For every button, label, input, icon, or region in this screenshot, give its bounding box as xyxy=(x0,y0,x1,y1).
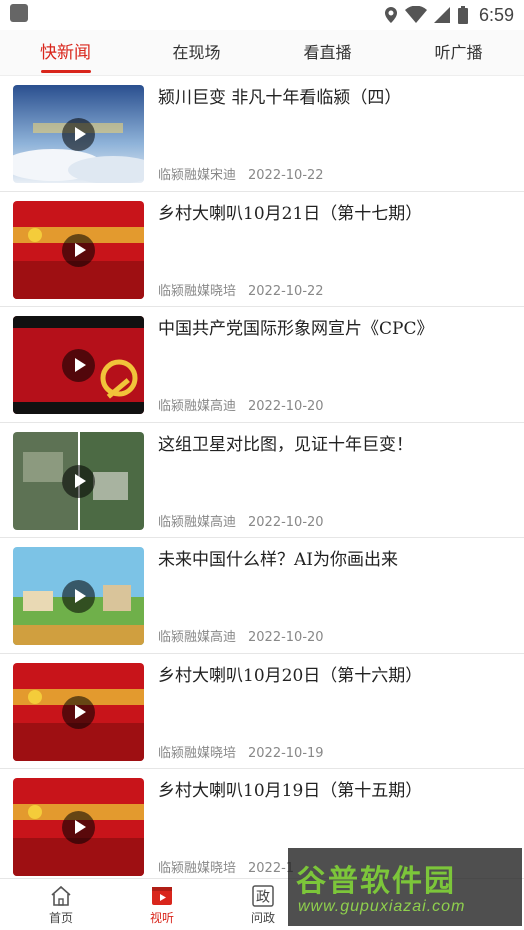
signal-icon xyxy=(433,7,450,23)
news-meta: 临颍融媒高迪 2022-10-20 xyxy=(158,511,324,530)
news-meta: 临颍融媒高迪 2022-10-20 xyxy=(158,626,324,645)
status-icons: 6:59 xyxy=(383,3,514,27)
svg-text:政: 政 xyxy=(256,890,270,906)
status-time: 6:59 xyxy=(478,4,514,25)
news-meta: 临颍融媒晓培 2022-1 xyxy=(158,857,294,876)
video-thumbnail[interactable] xyxy=(13,778,144,876)
zheng-icon: 政 xyxy=(252,885,274,907)
status-bar: 6:59 xyxy=(0,0,524,30)
video-thumbnail[interactable] xyxy=(13,662,144,761)
news-source: 临颍融媒高迪 xyxy=(158,630,237,645)
play-button[interactable] xyxy=(62,695,95,729)
news-item[interactable]: 颍川巨变 非凡十年看临颍（四） 临颍融媒宋迪 2022-10-22 xyxy=(0,76,524,192)
nav-wenzheng[interactable]: 政 问政 xyxy=(233,879,293,930)
news-source: 临颍融媒高迪 xyxy=(158,514,237,530)
news-source: 临颍融媒晓培 xyxy=(158,861,237,876)
battery-icon xyxy=(457,6,468,24)
news-source: 临颍融媒晓培 xyxy=(158,745,237,761)
tab-label: 看直播 xyxy=(303,43,352,62)
play-button[interactable] xyxy=(62,580,95,613)
news-date: 2022-10-22 xyxy=(248,168,324,183)
news-item[interactable]: 中国共产党国际形象网宣片《CPC》 临颍融媒高迪 2022-10-20 xyxy=(0,307,524,423)
news-source: 临颍融媒宋迪 xyxy=(158,168,237,183)
news-item[interactable]: 乡村大喇叭10月21日（第十七期） 临颍融媒晓培 2022-10-22 xyxy=(0,192,524,307)
news-date: 2022-10-19 xyxy=(248,745,324,761)
news-list[interactable]: 颍川巨变 非凡十年看临颍（四） 临颍融媒宋迪 2022-10-22 乡村大喇叭10… xyxy=(0,76,524,878)
nav-label: 问政 xyxy=(250,911,275,925)
news-date: 2022-10-22 xyxy=(248,283,324,299)
video-icon xyxy=(152,887,172,905)
news-item[interactable]: 未来中国什么样？AI为你画出来 临颍融媒高迪 2022-10-20 xyxy=(0,538,524,654)
news-item[interactable]: 乡村大喇叭10月20日（第十六期） 临颍融媒晓培 2022-10-19 xyxy=(0,654,524,769)
news-meta: 临颍融媒高迪 2022-10-20 xyxy=(158,395,324,414)
play-button[interactable] xyxy=(62,464,95,498)
video-thumbnail[interactable] xyxy=(13,85,144,183)
tab-label: 快新闻 xyxy=(40,43,91,63)
watermark-logo: 谷普软件园 xyxy=(296,864,456,899)
video-thumbnail[interactable] xyxy=(13,200,144,299)
tab-kan-zhibo[interactable]: 看直播 xyxy=(262,30,393,75)
nav-video[interactable]: 视听 xyxy=(132,879,192,930)
video-thumbnail[interactable] xyxy=(13,316,144,414)
tab-ting-guangbo[interactable]: 听广播 xyxy=(393,30,524,75)
video-thumbnail[interactable] xyxy=(13,547,144,645)
news-meta: 临颍融媒宋迪 2022-10-22 xyxy=(158,164,324,183)
nav-label: 首页 xyxy=(48,911,73,925)
play-button[interactable] xyxy=(62,349,95,382)
news-item[interactable]: 这组卫星对比图，见证十年巨变！ 临颍融媒高迪 2022-10-20 xyxy=(0,423,524,538)
category-tabs: 快新闻 在现场 看直播 听广播 xyxy=(0,30,524,76)
news-meta: 临颍融媒晓培 2022-10-22 xyxy=(158,280,324,299)
news-source: 临颍融媒晓培 xyxy=(158,283,237,299)
tab-zai-xianchang[interactable]: 在现场 xyxy=(131,30,262,75)
news-title: 这组卫星对比图，见证十年巨变！ xyxy=(158,434,413,455)
news-title: 颍川巨变 非凡十年看临颍（四） xyxy=(158,88,402,108)
news-title: 中国共产党国际形象网宣片《CPC》 xyxy=(158,319,434,339)
news-source: 临颍融媒高迪 xyxy=(158,399,237,414)
play-button[interactable] xyxy=(62,118,95,151)
play-button[interactable] xyxy=(62,233,95,267)
active-tab-indicator xyxy=(40,70,91,73)
news-date: 2022-10-20 xyxy=(248,630,324,645)
news-date: 2022-10-20 xyxy=(248,514,324,530)
news-meta: 临颍融媒晓培 2022-10-19 xyxy=(158,742,324,761)
video-thumbnail[interactable] xyxy=(13,431,144,530)
news-title: 乡村大喇叭10月20日（第十六期） xyxy=(158,665,423,686)
tab-label: 听广播 xyxy=(434,43,483,62)
watermark-url: www.gupuxiazai.com xyxy=(298,898,466,915)
news-title: 未来中国什么样？AI为你画出来 xyxy=(158,550,398,570)
tab-label: 在现场 xyxy=(172,43,221,62)
news-date: 2022-10-20 xyxy=(248,399,324,414)
news-title: 乡村大喇叭10月19日（第十五期） xyxy=(158,781,423,801)
notification-icon xyxy=(10,4,28,22)
nav-home[interactable]: 首页 xyxy=(31,879,91,930)
nav-label: 视听 xyxy=(149,911,174,925)
watermark: 谷普软件园 www.gupuxiazai.com xyxy=(288,848,522,926)
home-icon xyxy=(51,885,71,906)
news-title: 乡村大喇叭10月21日（第十七期） xyxy=(158,203,423,224)
wifi-icon xyxy=(404,6,427,23)
location-icon xyxy=(384,7,397,23)
play-button[interactable] xyxy=(62,811,95,844)
tab-kuai-xinwen[interactable]: 快新闻 xyxy=(0,30,131,75)
